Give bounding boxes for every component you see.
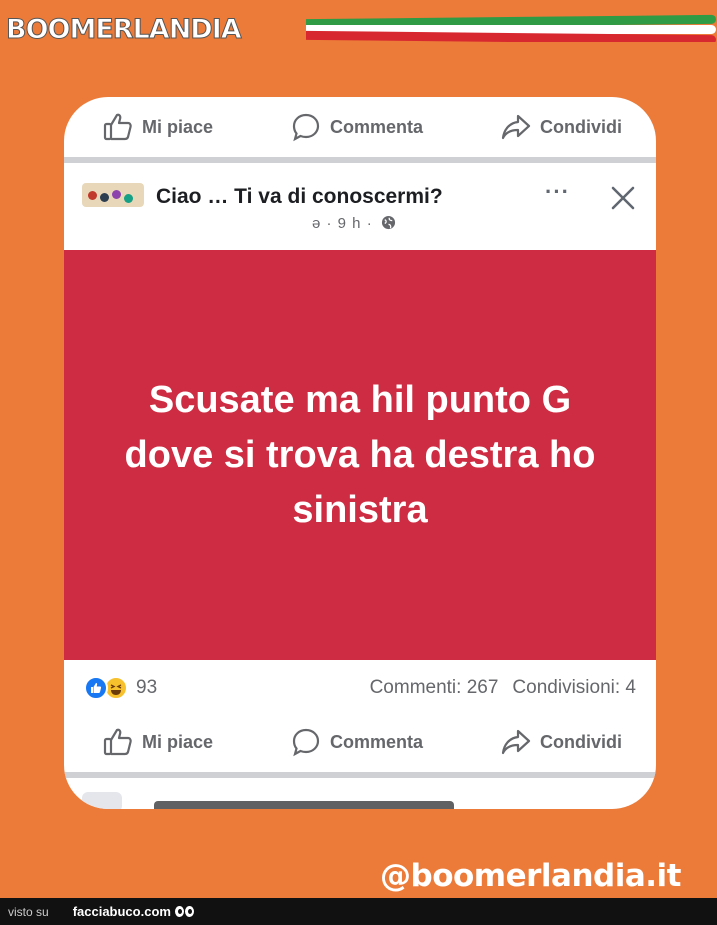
eyes-icon: [174, 906, 194, 917]
next-post-title-cutoff: [154, 801, 454, 809]
more-options-button[interactable]: ···: [545, 179, 570, 205]
top-action-bar: Mi piace Commenta Condividi: [64, 97, 656, 157]
post-timestamp: ə · 9 h ·: [312, 215, 373, 232]
globe-icon: [381, 215, 395, 230]
reactions-summary[interactable]: 93: [84, 676, 157, 700]
shares-count[interactable]: Condivisioni: 4: [512, 677, 636, 699]
footer-bar: visto su facciabuco.com: [0, 898, 717, 925]
comment-label: Commenta: [330, 116, 424, 137]
share-button[interactable]: Condividi: [500, 726, 622, 758]
comments-count[interactable]: Commenti: 267: [370, 677, 499, 699]
like-label: Mi piace: [142, 116, 214, 137]
like-button[interactable]: Mi piace: [102, 726, 213, 758]
like-button[interactable]: Mi piace: [102, 111, 213, 143]
italian-flag-swoosh: [306, 14, 716, 42]
brand-header: BOOMERLANDIA: [6, 8, 717, 48]
thumbs-up-icon: [103, 728, 132, 756]
post-image-caption: Scusate ma hil punto G dove si trova ha …: [124, 378, 596, 531]
footer-site-name: facciabuco.com: [72, 904, 171, 919]
reactions-count: 93: [136, 677, 158, 698]
post-meta: ə · 9 h ·: [312, 215, 396, 232]
footer-site-link[interactable]: facciabuco.com: [73, 904, 194, 919]
comment-button[interactable]: Commenta: [290, 111, 423, 143]
comment-bubble-icon: [292, 113, 320, 142]
like-label: Mi piace: [142, 731, 214, 752]
comment-bubble-icon: [292, 728, 320, 757]
post-header: Ciao … Ti va di conoscermi? ə · 9 h · ··…: [64, 163, 656, 253]
share-arrow-icon: [501, 729, 531, 755]
post-title[interactable]: Ciao … Ti va di conoscermi?: [156, 185, 443, 209]
footer-visto-label: visto su: [8, 904, 49, 919]
watermark-handle: @boomerlandia.it: [380, 858, 681, 894]
close-icon[interactable]: [610, 185, 636, 211]
share-label: Condividi: [539, 731, 622, 752]
facebook-post-card: Mi piace Commenta Condividi Ciao … Ti va…: [64, 97, 656, 809]
next-post-avatar: [82, 792, 122, 809]
brand-logo: BOOMERLANDIA: [6, 14, 243, 46]
post-stats: 93 Commenti: 267 Condivisioni: 4: [64, 660, 656, 716]
thumbs-up-icon: [103, 113, 132, 141]
group-avatar[interactable]: [82, 183, 144, 207]
share-label: Condividi: [539, 116, 622, 137]
divider: [64, 772, 656, 778]
bottom-action-bar: Mi piace Commenta Condividi: [64, 712, 656, 772]
share-button[interactable]: Condividi: [500, 111, 622, 143]
post-image-text[interactable]: Scusate ma hil punto G dove si trova ha …: [64, 250, 656, 660]
comment-label: Commenta: [330, 731, 424, 752]
share-arrow-icon: [501, 114, 531, 140]
like-reaction-icon: [84, 676, 108, 700]
comment-button[interactable]: Commenta: [290, 726, 423, 758]
